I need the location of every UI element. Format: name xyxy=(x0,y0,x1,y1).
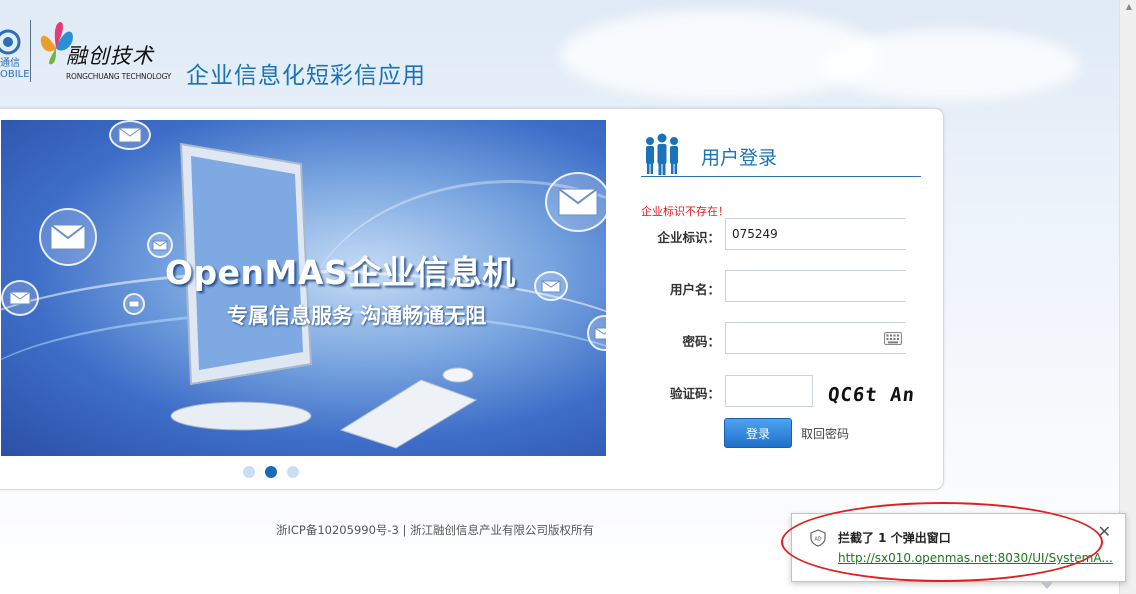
banner-pagination xyxy=(243,466,299,478)
scroll-up-arrow-icon[interactable]: ▲ xyxy=(1126,2,1132,11)
enterprise-id-label: 企业标识： xyxy=(657,230,720,245)
shield-icon: AD xyxy=(810,529,826,547)
mail-icon xyxy=(1,280,39,316)
logo-divider xyxy=(30,20,31,82)
captcha-input[interactable] xyxy=(725,375,813,407)
mail-icon xyxy=(534,271,568,301)
username-input[interactable] xyxy=(725,270,906,302)
partner-logo-subtitle: RONGCHUANG TECHNOLOGY xyxy=(66,72,172,81)
partner-logo: 融创技术 RONGCHUANG TECHNOLOGY xyxy=(36,14,176,86)
carrier-logo-text: 通信 OBILE xyxy=(0,58,30,80)
carrier-logo: 通信 OBILE xyxy=(0,28,30,84)
banner-dot-1[interactable] xyxy=(243,466,255,478)
banner-tagline: 专属信息服务 沟通畅通无阻 xyxy=(227,304,487,328)
username-label: 用户名： xyxy=(669,282,720,297)
login-button[interactable]: 登录 xyxy=(724,418,792,448)
users-icon xyxy=(646,133,678,175)
banner-headline: OpenMAS企业信息机 xyxy=(165,253,516,292)
banner-dot-2[interactable] xyxy=(265,466,277,478)
popup-pointer xyxy=(1040,581,1054,589)
mail-icon xyxy=(123,293,145,315)
mouse-illustration xyxy=(442,367,474,383)
login-title: 用户登录 xyxy=(701,147,778,169)
close-icon[interactable]: ✕ xyxy=(1098,524,1111,540)
login-header: 用户登录 xyxy=(641,130,921,177)
blocked-popup-link[interactable]: http://sx010.openmas.net:8030/UI/SystemA… xyxy=(838,551,1113,565)
partner-logo-script: 融创技术 xyxy=(66,44,154,68)
page-footer: 浙ICP备10205990号-3 | 浙江融创信息产业有限公司版权所有 xyxy=(276,523,595,537)
svg-text:AD: AD xyxy=(814,537,821,543)
vertical-scrollbar[interactable]: ▲ xyxy=(1119,0,1136,594)
enterprise-id-value: 075249 xyxy=(732,227,778,241)
keyboard-icon[interactable] xyxy=(884,332,902,345)
popup-blocked-notification: AD 拦截了 1 个弹出窗口 ✕ http://sx010.openmas.ne… xyxy=(791,513,1126,582)
carrier-logo-icon xyxy=(0,29,21,55)
promo-banner[interactable]: OpenMAS企业信息机 专属信息服务 沟通畅通无阻 xyxy=(1,120,606,456)
password-input[interactable] xyxy=(725,322,906,354)
password-label: 密码： xyxy=(682,334,720,349)
error-message: 企业标识不存在！ xyxy=(641,205,729,218)
forgot-password-link[interactable]: 取回密码 xyxy=(801,425,849,442)
mail-icon xyxy=(545,172,606,232)
page-header: 通信 OBILE 融创技术 RONGCHUANG TECHNOLOGY 企业信息… xyxy=(0,0,1136,105)
popup-blocked-title: 拦截了 1 个弹出窗口 xyxy=(838,531,951,545)
enterprise-id-input[interactable]: 075249 xyxy=(725,218,906,250)
mail-icon xyxy=(109,120,151,150)
captcha-image[interactable]: QC6t An xyxy=(827,384,916,406)
mail-icon xyxy=(39,208,97,266)
captcha-label: 验证码： xyxy=(669,386,720,401)
banner-dot-3[interactable] xyxy=(287,466,299,478)
app-title: 企业信息化短彩信应用 xyxy=(186,63,426,89)
